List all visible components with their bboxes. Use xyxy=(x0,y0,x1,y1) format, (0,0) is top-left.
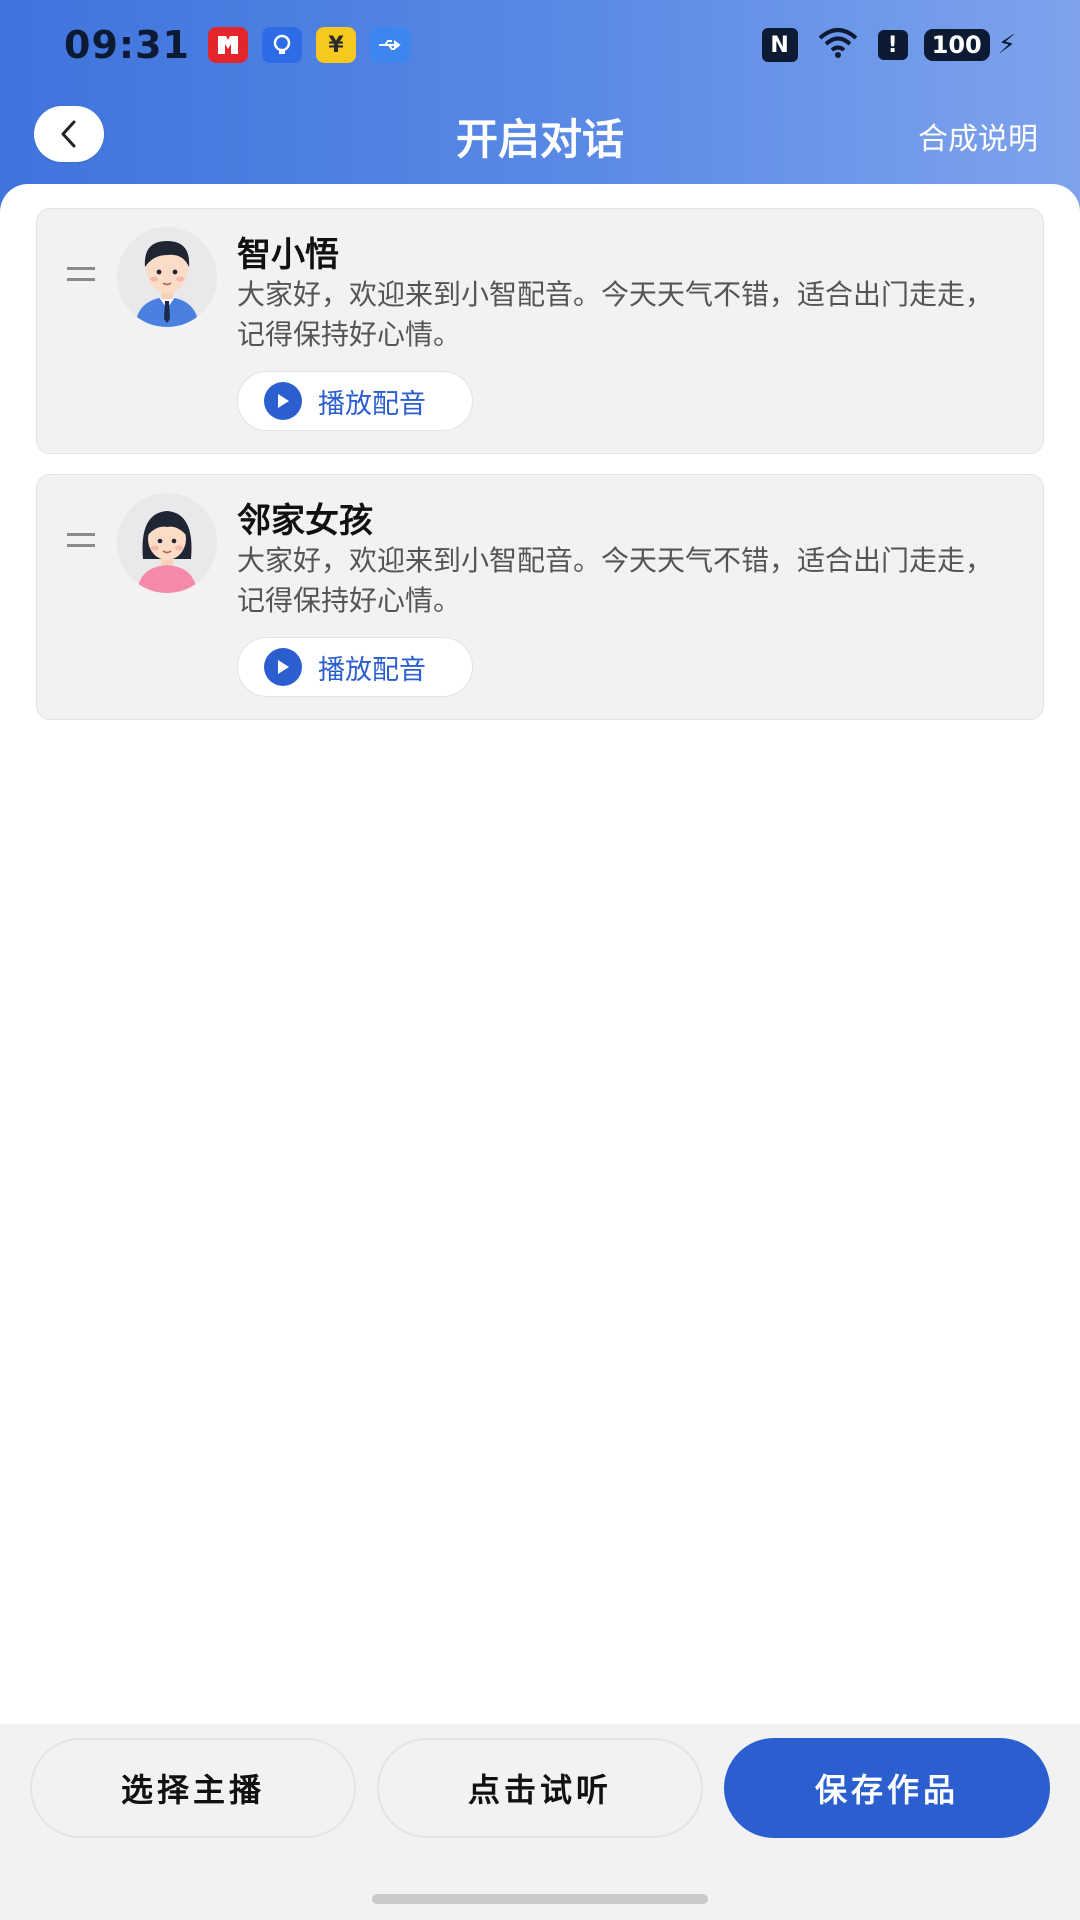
bottom-action-bar: 选择主播 点击试听 保存作品 xyxy=(0,1724,1080,1920)
drag-handle-icon[interactable] xyxy=(67,267,95,281)
speaker-name: 邻家女孩 xyxy=(237,501,373,541)
app-header: 开启对话 合成说明 xyxy=(0,96,1080,172)
choose-anchor-button[interactable]: 选择主播 xyxy=(30,1738,356,1838)
battery-indicator: 100 xyxy=(923,29,990,61)
play-voiceover-label: 播放配音 xyxy=(318,388,426,420)
home-indicator[interactable] xyxy=(372,1894,708,1904)
female-avatar xyxy=(117,493,217,593)
save-work-button[interactable]: 保存作品 xyxy=(724,1738,1050,1838)
notification-icons: ¥ xyxy=(207,27,410,63)
drag-handle-icon[interactable] xyxy=(67,533,95,547)
dialogue-text[interactable]: 大家好，欢迎来到小智配音。今天天气不错，适合出门走走，记得保持好心情。 xyxy=(237,541,1017,621)
cmb-bank-icon xyxy=(207,27,248,63)
yuan-app-icon: ¥ xyxy=(315,27,356,63)
dialogue-text[interactable]: 大家好，欢迎来到小智配音。今天天气不错，适合出门走走，记得保持好心情。 xyxy=(237,275,1017,355)
nfc-icon: N xyxy=(761,28,798,62)
dialogue-card[interactable]: 邻家女孩 大家好，欢迎来到小智配音。今天天气不错，适合出门走走，记得保持好心情。… xyxy=(36,474,1044,720)
play-icon xyxy=(264,648,302,686)
speaker-name: 智小悟 xyxy=(237,235,339,275)
male-avatar xyxy=(117,227,217,327)
system-icons: N ! 100 ⚡ xyxy=(761,26,1016,64)
play-icon xyxy=(264,382,302,420)
usb-icon xyxy=(369,27,410,63)
status-time: 09:31 xyxy=(64,23,190,67)
dialogue-list: 智小悟 大家好，欢迎来到小智配音。今天天气不错，适合出门走走，记得保持好心情。 … xyxy=(0,184,1080,1724)
play-voiceover-button[interactable]: 播放配音 xyxy=(237,371,473,431)
preview-button[interactable]: 点击试听 xyxy=(377,1738,703,1838)
bulb-app-icon xyxy=(261,27,302,63)
dialogue-card[interactable]: 智小悟 大家好，欢迎来到小智配音。今天天气不错，适合出门走走，记得保持好心情。 … xyxy=(36,208,1044,454)
play-voiceover-label: 播放配音 xyxy=(318,654,426,686)
synthesis-guide-link[interactable]: 合成说明 xyxy=(918,114,1038,158)
play-voiceover-button[interactable]: 播放配音 xyxy=(237,637,473,697)
status-bar: 09:31 ¥ N ! 100 ⚡ xyxy=(0,0,1080,90)
wifi-icon xyxy=(814,26,862,64)
charging-bolt-icon: ⚡ xyxy=(997,30,1016,60)
alert-icon: ! xyxy=(877,30,908,60)
